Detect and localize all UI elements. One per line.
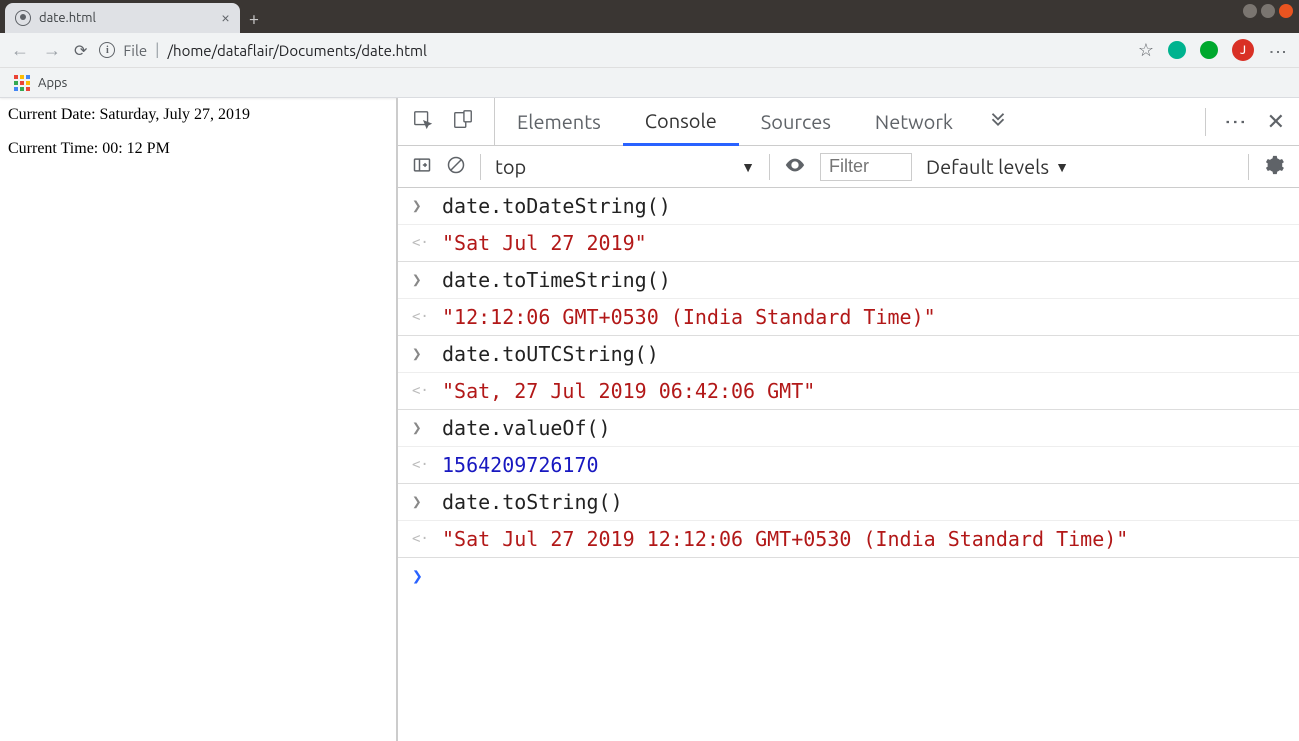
address-bar: ← → ⟳ i File | /home/dataflair/Documents… xyxy=(0,33,1299,68)
levels-label: Default levels xyxy=(926,155,1049,178)
console-value: "12:12:06 GMT+0530 (India Standard Time)… xyxy=(442,305,936,329)
forward-button[interactable]: → xyxy=(42,40,62,61)
back-button[interactable]: ← xyxy=(10,40,30,61)
tab-console[interactable]: Console xyxy=(623,99,739,146)
tab-elements[interactable]: Elements xyxy=(495,98,623,145)
minimize-icon[interactable] xyxy=(1243,4,1257,18)
extension-icon[interactable] xyxy=(1200,41,1218,59)
url-input[interactable]: i File | /home/dataflair/Documents/date.… xyxy=(99,41,1125,59)
settings-gear-icon[interactable] xyxy=(1263,154,1285,179)
page-content: Current Date: Saturday, July 27, 2019 Cu… xyxy=(0,98,398,741)
close-window-icon[interactable] xyxy=(1279,4,1293,18)
console-value: "Sat Jul 27 2019" xyxy=(442,231,647,255)
tab-sources[interactable]: Sources xyxy=(739,98,853,145)
devtools-close-icon[interactable]: ✕ xyxy=(1267,109,1285,135)
console-output[interactable]: ❯ date.toDateString() <· "Sat Jul 27 2019" ❯… xyxy=(398,188,1299,741)
console-prompt[interactable]: ❯ xyxy=(398,558,1299,595)
url-path: /home/dataflair/Documents/date.html xyxy=(167,42,426,59)
filter-input[interactable] xyxy=(820,153,912,181)
console-command: date.toUTCString() xyxy=(442,342,659,366)
main-area: Current Date: Saturday, July 27, 2019 Cu… xyxy=(0,98,1299,741)
console-command: date.toString() xyxy=(442,490,623,514)
console-command: date.toDateString() xyxy=(442,194,671,218)
browser-tab[interactable]: date.html × xyxy=(5,3,240,33)
result-arrow-icon: <· xyxy=(412,453,428,473)
chevron-down-icon: ▼ xyxy=(741,159,755,175)
chevron-right-icon: ❯ xyxy=(412,566,423,587)
bookmarks-bar: Apps xyxy=(0,68,1299,98)
console-command: date.toTimeString() xyxy=(442,268,671,292)
devtools-panel: Elements Console Sources Network ⋮ ✕ top… xyxy=(398,98,1299,741)
bookmark-star-icon[interactable]: ☆ xyxy=(1138,40,1154,61)
maximize-icon[interactable] xyxy=(1261,4,1275,18)
apps-label[interactable]: Apps xyxy=(38,76,67,90)
console-value: "Sat, 27 Jul 2019 06:42:06 GMT" xyxy=(442,379,815,403)
reload-button[interactable]: ⟳ xyxy=(74,41,87,60)
console-input-row: ❯ date.toString() xyxy=(398,484,1299,521)
window-titlebar: date.html × + xyxy=(0,0,1299,33)
tab-network[interactable]: Network xyxy=(853,98,975,145)
url-separator: | xyxy=(155,41,159,59)
info-icon[interactable]: i xyxy=(99,42,115,58)
console-value: "Sat Jul 27 2019 12:12:06 GMT+0530 (Indi… xyxy=(442,527,1128,551)
sidebar-toggle-icon[interactable] xyxy=(412,155,432,178)
close-icon[interactable]: × xyxy=(221,9,230,27)
chevron-right-icon: ❯ xyxy=(412,268,428,289)
console-result-row: <· "Sat Jul 27 2019" xyxy=(398,225,1299,262)
inspect-icon[interactable] xyxy=(412,109,434,134)
devtools-menu-icon[interactable]: ⋮ xyxy=(1224,111,1249,133)
console-command: date.valueOf() xyxy=(442,416,611,440)
log-levels-selector[interactable]: Default levels ▼ xyxy=(926,155,1069,178)
tab-title: date.html xyxy=(39,11,213,25)
chevron-right-icon: ❯ xyxy=(412,342,428,363)
console-input-row: ❯ date.toTimeString() xyxy=(398,262,1299,299)
console-result-row: <· 1564209726170 xyxy=(398,447,1299,484)
result-arrow-icon: <· xyxy=(412,379,428,399)
live-expression-icon[interactable] xyxy=(784,154,806,179)
chevron-right-icon: ❯ xyxy=(412,490,428,511)
console-input-row: ❯ date.toUTCString() xyxy=(398,336,1299,373)
context-label: top xyxy=(495,155,526,178)
tabs-overflow-icon[interactable] xyxy=(975,111,1021,133)
chevron-right-icon: ❯ xyxy=(412,194,428,215)
devtools-tabs: Elements Console Sources Network ⋮ ✕ xyxy=(398,98,1299,146)
console-input-row: ❯ date.valueOf() xyxy=(398,410,1299,447)
context-selector[interactable]: top ▼ xyxy=(495,155,755,178)
chevron-right-icon: ❯ xyxy=(412,416,428,437)
profile-avatar[interactable]: J xyxy=(1232,39,1254,61)
console-result-row: <· "Sat Jul 27 2019 12:12:06 GMT+0530 (In… xyxy=(398,521,1299,558)
console-toolbar: top ▼ Default levels ▼ xyxy=(398,146,1299,188)
extension-icon[interactable] xyxy=(1168,41,1186,59)
console-result-row: <· "12:12:06 GMT+0530 (India Standard Tim… xyxy=(398,299,1299,336)
result-arrow-icon: <· xyxy=(412,231,428,251)
window-controls xyxy=(1243,4,1293,18)
console-result-row: <· "Sat, 27 Jul 2019 06:42:06 GMT" xyxy=(398,373,1299,410)
url-scheme: File xyxy=(123,42,147,59)
device-toggle-icon[interactable] xyxy=(452,109,474,134)
new-tab-button[interactable]: + xyxy=(240,5,268,33)
chevron-down-icon: ▼ xyxy=(1055,159,1069,175)
page-line-date: Current Date: Saturday, July 27, 2019 xyxy=(8,106,388,124)
console-value: 1564209726170 xyxy=(442,453,599,477)
apps-icon[interactable] xyxy=(14,75,30,91)
clear-console-icon[interactable] xyxy=(446,155,466,178)
page-line-time: Current Time: 00: 12 PM xyxy=(8,140,388,158)
console-input-row: ❯ date.toDateString() xyxy=(398,188,1299,225)
result-arrow-icon: <· xyxy=(412,527,428,547)
result-arrow-icon: <· xyxy=(412,305,428,325)
kebab-menu-icon[interactable]: ⋮ xyxy=(1268,43,1289,58)
globe-icon xyxy=(15,10,31,26)
